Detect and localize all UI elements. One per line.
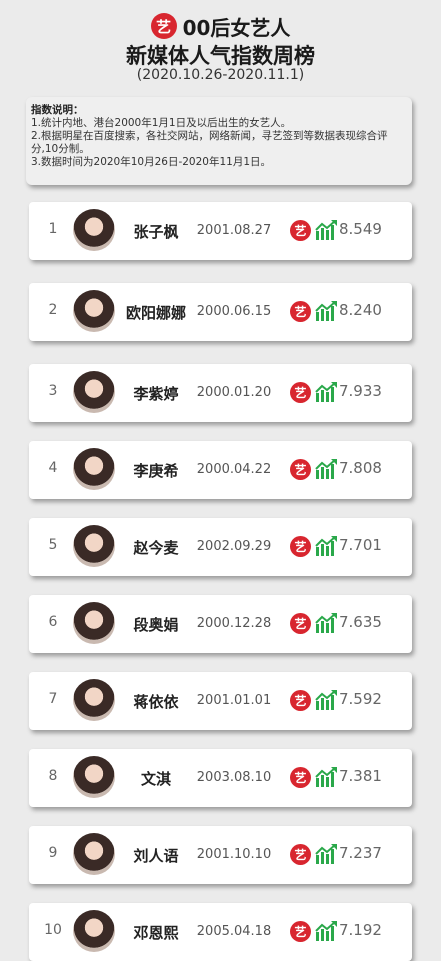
yi-logo-icon: 艺 [290,220,311,241]
rank-number: 3 [48,383,58,399]
popularity-score: 7.808 [339,459,382,477]
date-range: (2020.10.26-2020.11.1) [136,67,305,83]
popularity-score: 7.592 [339,690,382,708]
popularity-score: 7.701 [339,536,382,554]
rank-number: 6 [48,614,58,630]
trend-up-chart-icon [315,220,337,240]
avatar [73,602,115,644]
birth-date: 2000.06.15 [196,304,272,319]
ranking-row[interactable]: 2 欧阳娜娜 2000.06.15 艺 8.240 [29,283,412,341]
artist-name: 蒋依依 [133,693,179,711]
title-row: 艺 00后女艺人 [0,12,441,40]
trend-up-chart-icon [315,613,337,633]
popularity-score: 7.933 [339,382,382,400]
yi-logo-icon: 艺 [290,536,311,557]
yi-logo-icon: 艺 [290,382,311,403]
rank-number: 4 [48,460,58,476]
ranking-row[interactable]: 1 张子枫 2001.08.27 艺 8.549 [29,202,412,260]
birth-date: 2000.04.22 [196,462,272,477]
birth-date: 2005.04.18 [196,924,272,939]
ranking-row[interactable]: 7 蒋依依 2001.01.01 艺 7.592 [29,672,412,730]
trend-up-chart-icon [315,844,337,864]
avatar [73,833,115,875]
popularity-score: 7.237 [339,844,382,862]
rank-number: 9 [48,845,58,861]
yi-logo-icon: 艺 [290,690,311,711]
avatar [73,371,115,413]
ranking-row[interactable]: 9 刘人语 2001.10.10 艺 7.237 [29,826,412,884]
yi-logo-icon: 艺 [290,613,311,634]
yi-logo-icon: 艺 [290,767,311,788]
trend-up-chart-icon [315,301,337,321]
index-notes: 指数说明： 1.统计内地、港台2000年1月1日及以后出生的女艺人。 2.根据明… [26,97,412,185]
notes-title: 指数说明： [31,104,84,116]
artist-name: 张子枫 [133,223,179,241]
yi-logo-icon: 艺 [290,921,311,942]
birth-date: 2001.10.10 [196,847,272,862]
birth-date: 2000.12.28 [196,616,272,631]
avatar [73,290,115,332]
trend-up-chart-icon [315,767,337,787]
artist-name: 文淇 [140,770,171,788]
birth-date: 2001.08.27 [196,223,272,238]
birth-date: 2000.01.20 [196,385,272,400]
rank-number: 7 [48,691,58,707]
notes-line-2: 2.根据明星在百度搜索，各社交网站，网络新闻，寻艺签到等数据表现综合评分,10分… [31,130,388,155]
artist-name: 赵今麦 [133,539,179,557]
birth-date: 2001.01.01 [196,693,272,708]
artist-name: 李紫婷 [133,385,179,403]
ranking-row[interactable]: 6 段奥娟 2000.12.28 艺 7.635 [29,595,412,653]
popularity-score: 8.549 [339,220,382,238]
yi-logo-icon: 艺 [290,301,311,322]
popularity-score: 7.192 [339,921,382,939]
rank-number: 5 [48,537,58,553]
rank-number: 1 [48,221,58,237]
popularity-score: 7.381 [339,767,382,785]
trend-up-chart-icon [315,459,337,479]
artist-name: 邓恩熙 [133,924,179,942]
yi-logo-icon: 艺 [150,13,177,39]
trend-up-chart-icon [315,536,337,556]
ranking-row[interactable]: 3 李紫婷 2000.01.20 艺 7.933 [29,364,412,422]
avatar [73,679,115,721]
avatar [73,448,115,490]
avatar [73,910,115,952]
artist-name: 刘人语 [133,847,179,865]
popularity-score: 7.635 [339,613,382,631]
trend-up-chart-icon [315,382,337,402]
notes-line-3: 3.数据时间为2020年10月26日-2020年11月1日。 [31,156,272,168]
artist-name: 段奥娟 [133,616,179,634]
rank-number: 2 [48,302,58,318]
rank-number: 10 [44,922,62,938]
page-title: 00后女艺人 [182,15,291,40]
birth-date: 2003.08.10 [196,770,272,785]
ranking-row[interactable]: 10 邓恩熙 2005.04.18 艺 7.192 [29,903,412,961]
ranking-row[interactable]: 8 文淇 2003.08.10 艺 7.381 [29,749,412,807]
trend-up-chart-icon [315,690,337,710]
notes-line-1: 1.统计内地、港台2000年1月1日及以后出生的女艺人。 [31,117,292,129]
birth-date: 2002.09.29 [196,539,272,554]
popularity-score: 8.240 [339,301,382,319]
artist-name: 欧阳娜娜 [125,304,186,322]
yi-logo-icon: 艺 [290,844,311,865]
artist-name: 李庚希 [133,462,179,480]
avatar [73,525,115,567]
ranking-row[interactable]: 4 李庚希 2000.04.22 艺 7.808 [29,441,412,499]
ranking-row[interactable]: 5 赵今麦 2002.09.29 艺 7.701 [29,518,412,576]
page-subtitle: 新媒体人气指数周榜 [126,44,315,68]
avatar [73,209,115,251]
rank-number: 8 [48,768,58,784]
avatar [73,756,115,798]
yi-logo-icon: 艺 [290,459,311,480]
trend-up-chart-icon [315,921,337,941]
